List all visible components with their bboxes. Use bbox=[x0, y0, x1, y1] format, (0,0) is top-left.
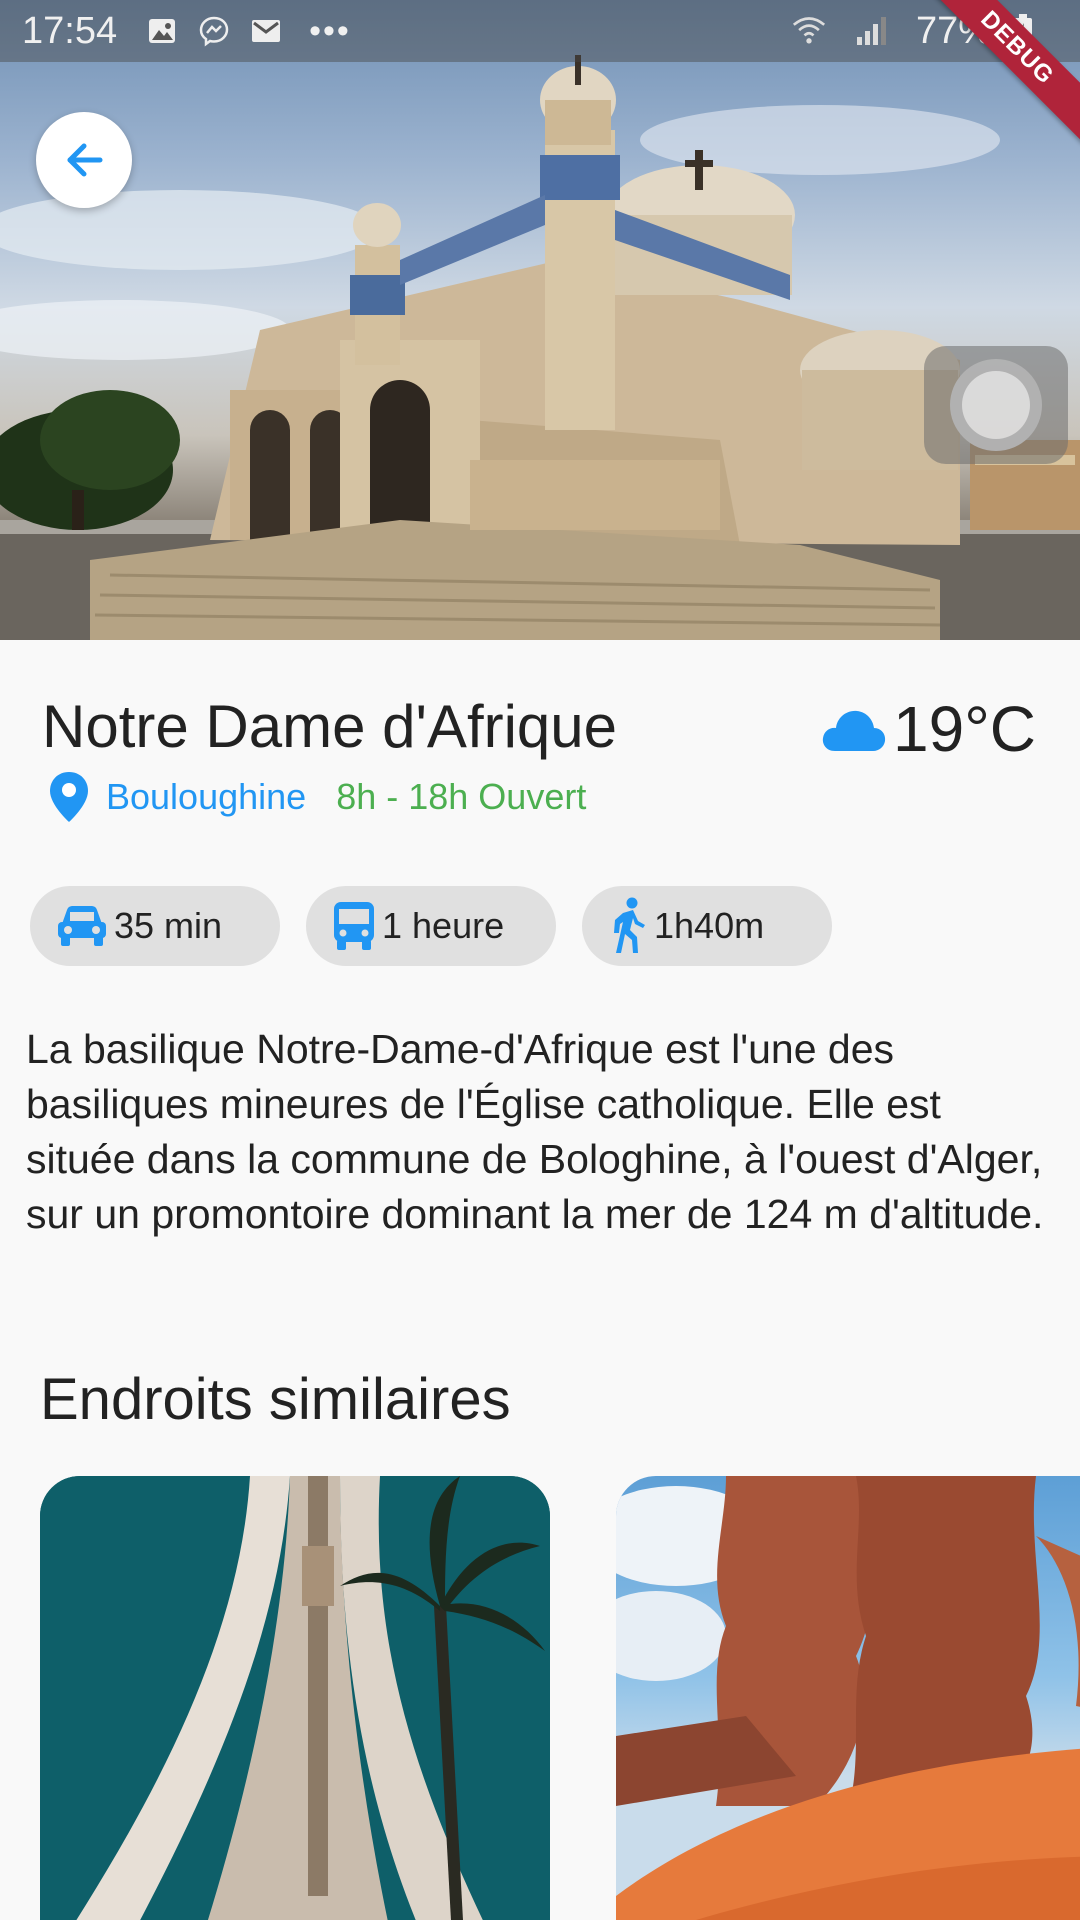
messenger-icon bbox=[197, 14, 231, 48]
location-name[interactable]: Bouloughine bbox=[106, 776, 306, 818]
basilica-illustration bbox=[0, 55, 1080, 640]
similar-place-card-1[interactable] bbox=[40, 1476, 550, 1920]
opening-hours: 8h - 18h Ouvert bbox=[336, 776, 587, 817]
travel-times: 35 min 1 heure 1h40m bbox=[30, 886, 832, 966]
status-bar: 17:54 ••• 77% bbox=[0, 0, 1080, 62]
weather-info: 19°C bbox=[821, 692, 1036, 766]
signal-icon bbox=[854, 14, 888, 48]
travel-chip-bus[interactable]: 1 heure bbox=[306, 886, 556, 966]
travel-chip-car[interactable]: 35 min bbox=[30, 886, 280, 966]
travel-chip-bus-label: 1 heure bbox=[382, 905, 505, 946]
travel-chip-car-label: 35 min bbox=[114, 905, 223, 946]
temperature: 19°C bbox=[893, 693, 1036, 765]
place-description: La basilique Notre-Dame-d'Afrique est l'… bbox=[26, 1026, 1044, 1237]
tassili-rocks-image bbox=[616, 1476, 1080, 1920]
gmail-icon bbox=[249, 14, 283, 48]
place-title: Notre Dame d'Afrique bbox=[42, 693, 618, 760]
location-pin-icon bbox=[48, 770, 90, 824]
location-row: Bouloughine 8h - 18h Ouvert bbox=[48, 770, 586, 824]
martyrs-memorial-image bbox=[40, 1476, 550, 1920]
bus-icon bbox=[332, 900, 376, 952]
back-button[interactable] bbox=[36, 112, 132, 208]
car-icon bbox=[56, 904, 108, 948]
similar-places-title: Endroits similaires bbox=[40, 1367, 511, 1432]
status-time: 17:54 bbox=[22, 9, 118, 52]
arrow-back-icon bbox=[67, 143, 103, 177]
similar-place-card-2[interactable] bbox=[616, 1476, 1080, 1920]
floating-touch-button[interactable] bbox=[924, 346, 1068, 464]
travel-chip-walk-label: 1h40m bbox=[654, 905, 765, 946]
gallery-icon bbox=[145, 14, 179, 48]
travel-chip-walk[interactable]: 1h40m bbox=[582, 886, 832, 966]
walk-icon bbox=[608, 897, 648, 955]
hero-image bbox=[0, 0, 1080, 640]
cloud-icon bbox=[822, 710, 886, 751]
wifi-icon bbox=[792, 14, 826, 48]
touch-ring-icon bbox=[950, 359, 1042, 451]
more-notifications-icon: ••• bbox=[309, 11, 351, 50]
